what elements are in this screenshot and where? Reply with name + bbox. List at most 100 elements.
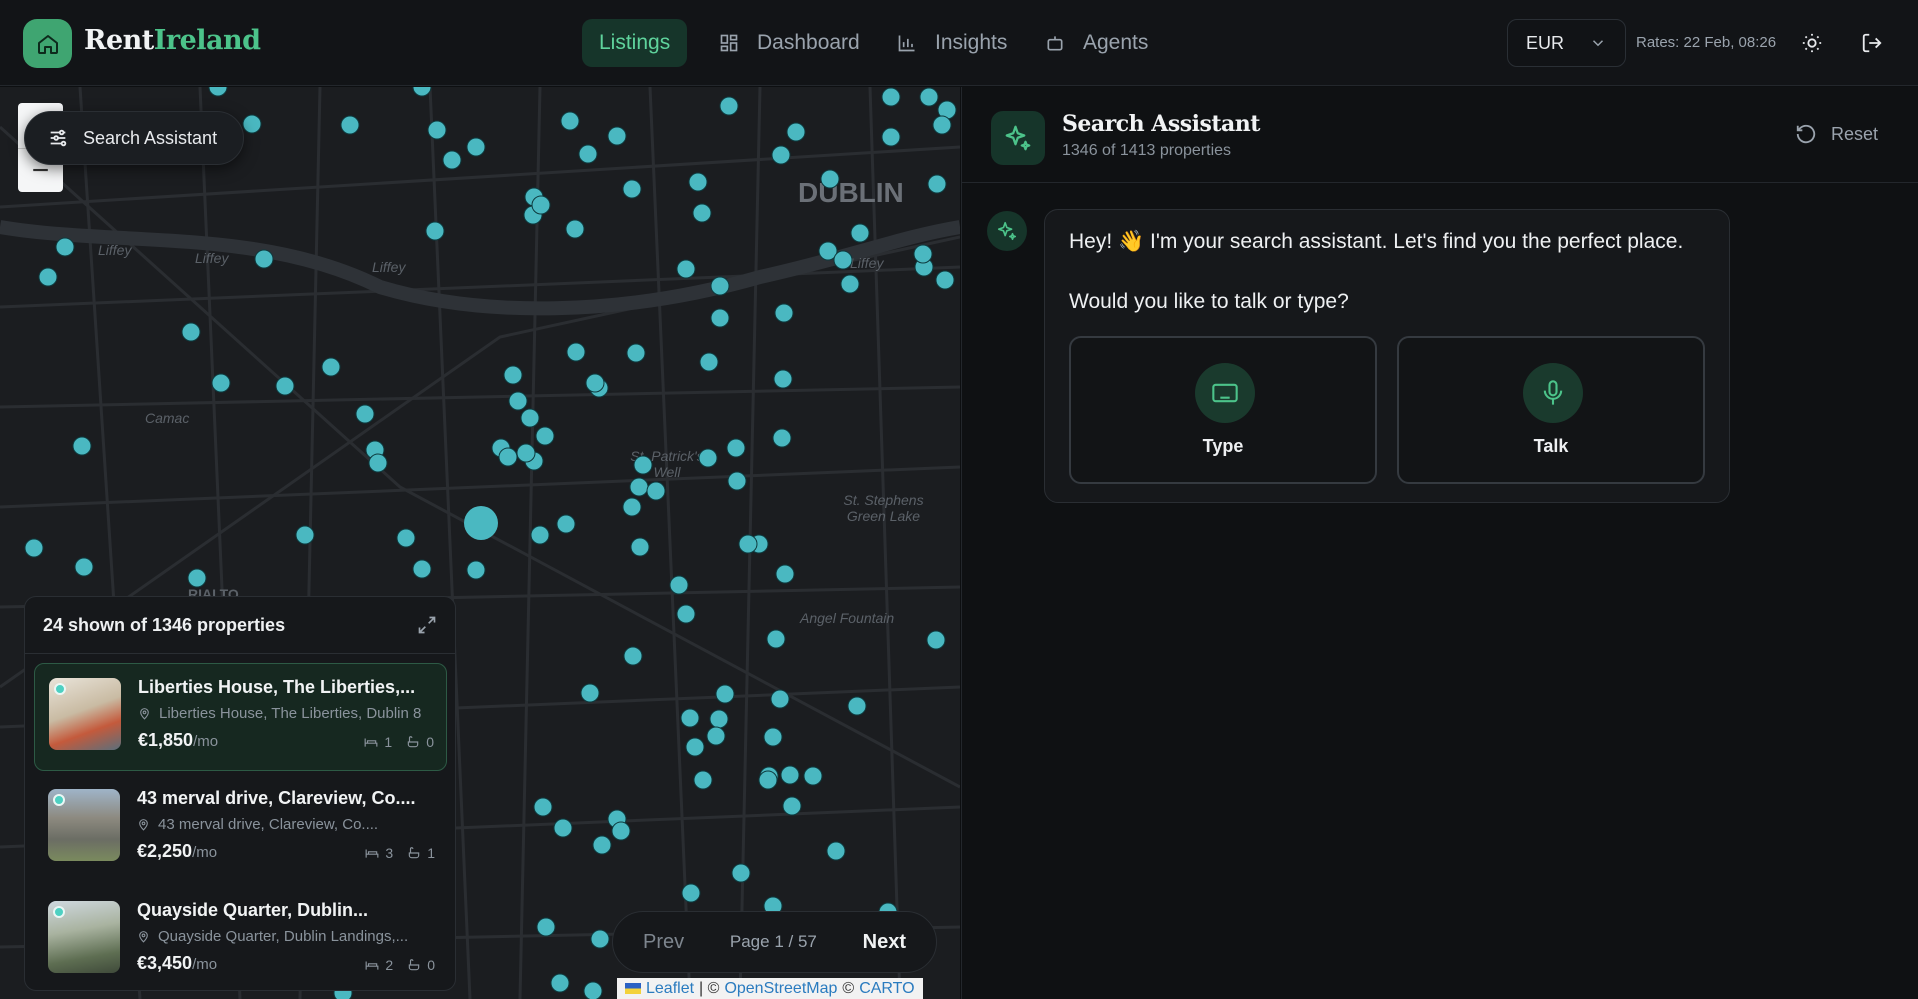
property-marker[interactable] [780,765,800,785]
property-marker[interactable] [211,373,231,393]
brand-name[interactable]: RentIreland [84,25,261,56]
property-marker[interactable] [709,709,729,729]
property-marker[interactable] [773,369,793,389]
property-marker[interactable] [583,981,603,999]
type-option-button[interactable]: Type [1069,336,1377,484]
carto-link[interactable]: CARTO [859,980,914,998]
property-marker[interactable] [412,559,432,579]
property-marker[interactable] [321,357,341,377]
property-marker[interactable] [676,604,696,624]
property-marker[interactable] [719,96,739,116]
property-marker[interactable] [275,376,295,396]
nav-agents[interactable]: Agents [1028,19,1165,67]
property-marker[interactable] [531,195,551,215]
listing-card[interactable]: 43 merval drive, Clareview, Co.... 43 me… [34,775,447,883]
property-marker[interactable] [826,841,846,861]
property-marker[interactable] [927,174,947,194]
property-marker[interactable] [533,797,553,817]
property-marker[interactable] [565,219,585,239]
property-marker[interactable] [706,726,726,746]
expand-icon[interactable] [417,615,437,635]
property-marker[interactable] [622,497,642,517]
property-marker[interactable] [580,683,600,703]
talk-option-button[interactable]: Talk [1397,336,1705,484]
property-marker[interactable] [295,525,315,545]
nav-dashboard[interactable]: Dashboard [702,19,877,67]
property-marker[interactable] [623,646,643,666]
home-logo-icon[interactable] [23,19,72,68]
property-marker[interactable] [758,770,778,790]
property-marker[interactable] [847,696,867,716]
openstreetmap-link[interactable]: OpenStreetMap [724,980,837,998]
property-marker[interactable] [592,835,612,855]
property-marker[interactable] [774,303,794,323]
property-marker[interactable] [466,137,486,157]
property-marker[interactable] [820,169,840,189]
property-marker[interactable] [692,203,712,223]
property-marker[interactable] [530,525,550,545]
property-marker[interactable] [536,917,556,937]
property-marker[interactable] [498,447,518,467]
property-marker[interactable] [850,223,870,243]
property-marker[interactable] [187,568,207,588]
search-assistant-toggle[interactable]: Search Assistant [24,111,245,165]
property-marker[interactable] [181,322,201,342]
property-marker[interactable] [208,87,228,97]
property-marker[interactable] [771,145,791,165]
property-marker[interactable] [840,274,860,294]
property-marker[interactable] [913,244,933,264]
property-marker[interactable] [935,270,955,290]
next-page-button[interactable]: Next [863,931,906,954]
currency-select[interactable]: EUR [1507,19,1626,67]
property-marker[interactable] [560,111,580,131]
prev-page-button[interactable]: Prev [643,931,684,954]
property-marker[interactable] [727,471,747,491]
property-marker[interactable] [242,114,262,134]
property-marker[interactable] [715,684,735,704]
property-marker[interactable] [566,342,586,362]
logout-button[interactable] [1857,28,1887,58]
property-marker[interactable] [772,428,792,448]
property-marker[interactable] [881,87,901,107]
property-marker[interactable] [556,514,576,534]
property-marker[interactable] [919,87,939,107]
property-marker[interactable] [710,276,730,296]
property-marker[interactable] [629,477,649,497]
property-marker[interactable] [738,534,758,554]
property-marker[interactable] [626,343,646,363]
property-marker[interactable] [731,863,751,883]
property-marker[interactable] [611,821,631,841]
reset-button[interactable]: Reset [1795,123,1878,145]
property-marker[interactable] [693,770,713,790]
property-marker[interactable] [685,737,705,757]
property-marker[interactable] [833,250,853,270]
selected-property-marker[interactable] [464,506,498,540]
property-marker[interactable] [516,443,536,463]
property-marker[interactable] [926,630,946,650]
property-marker[interactable] [782,796,802,816]
listing-card[interactable]: Liberties House, The Liberties,... Liber… [34,663,447,771]
leaflet-link[interactable]: Leaflet [646,980,694,998]
property-marker[interactable] [24,538,44,558]
property-marker[interactable] [503,365,523,385]
property-marker[interactable] [520,408,540,428]
listing-card[interactable]: Quayside Quarter, Dublin... Quayside Qua… [34,887,447,990]
property-marker[interactable] [72,436,92,456]
property-marker[interactable] [676,259,696,279]
theme-toggle-button[interactable] [1797,28,1827,58]
property-marker[interactable] [932,115,952,135]
property-marker[interactable] [38,267,58,287]
property-marker[interactable] [590,929,610,949]
property-marker[interactable] [508,391,528,411]
nav-listings[interactable]: Listings [582,19,688,67]
property-marker[interactable] [681,883,701,903]
property-marker[interactable] [355,404,375,424]
property-marker[interactable] [55,237,75,257]
property-marker[interactable] [585,373,605,393]
property-marker[interactable] [688,172,708,192]
property-marker[interactable] [803,766,823,786]
nav-insights[interactable]: Insights [880,19,1024,67]
property-marker[interactable] [368,453,388,473]
property-marker[interactable] [622,179,642,199]
property-marker[interactable] [633,455,653,475]
